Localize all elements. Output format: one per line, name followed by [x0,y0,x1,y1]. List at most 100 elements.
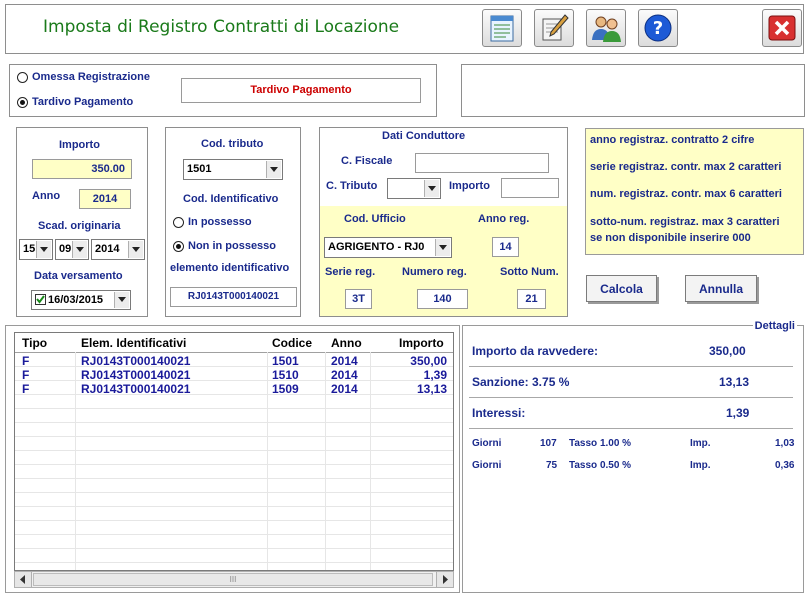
omessa-label: Omessa Registrazione [32,71,150,83]
grid-inner: Tipo Elem. Identificativi Codice Anno Im… [14,332,454,571]
versamento-date-picker[interactable]: 16/03/2015 [31,290,131,310]
divider [469,366,793,367]
help-button[interactable]: ? [638,9,678,47]
tasso-label: Tasso 0.50 % [569,460,632,471]
scroll-right-button[interactable] [436,572,453,587]
ravvedere-value: 350,00 [709,344,746,358]
versamento-date-value: 16/03/2015 [48,294,104,306]
cell-anno: 2014 [331,382,358,396]
serie-input[interactable]: 3T [345,289,372,309]
cell-importo: 13,13 [416,382,447,396]
tardivo-label: Tardivo Pagamento [32,96,134,108]
calcola-label: Calcola [600,282,643,296]
cell-anno: 2014 [331,354,358,368]
sotto-input[interactable]: 21 [517,289,546,309]
help-icon: ? [644,14,672,42]
cell-tipo: F [22,354,30,368]
serie-label: Serie reg. [325,266,376,278]
versamento-label: Data versamento [34,270,123,282]
anno-input[interactable]: 2014 [79,189,131,209]
header-importo[interactable]: Importo [399,336,444,350]
omessa-radio[interactable] [17,72,28,83]
annulla-label: Annulla [699,282,743,296]
note-line-2: serie registraz. contr. max 2 caratteri [590,161,782,173]
elemento-input[interactable]: RJ0143T000140021 [170,287,297,307]
table-row[interactable]: F RJ0143T000140021 1510 2014 1,39 [15,368,453,382]
document-button[interactable] [482,9,522,47]
conduttore-panel: Dati Conduttore C. Fiscale C. Tributo Im… [319,127,568,317]
scroll-left-button[interactable] [15,572,32,587]
scroll-thumb[interactable]: III [33,573,433,586]
note-line-3: num. registraz. contr. max 6 caratteri [590,188,782,200]
results-grid[interactable]: Tipo Elem. Identificativi Codice Anno Im… [5,325,460,593]
horizontal-scrollbar[interactable]: III [14,571,454,588]
versamento-checkbox[interactable] [35,294,46,305]
edit-button[interactable] [534,9,574,47]
note-line-5: se non disponibile inserire 000 [590,232,751,244]
table-row[interactable]: F RJ0143T000140021 1501 2014 350,00 [15,354,453,368]
table-row[interactable]: F RJ0143T000140021 1509 2014 13,13 [15,382,453,396]
header-codice[interactable]: Codice [272,336,312,350]
cell-tipo: F [22,368,30,382]
anno-input-value: 2014 [92,193,118,205]
close-button[interactable] [762,9,802,47]
header-elem[interactable]: Elem. Identificativi [81,336,186,350]
scad-day-value: 15 [23,243,36,255]
arrow-left-icon [20,575,25,584]
cod-ident-label: Cod. Identificativo [183,193,279,205]
ctributo-label: C. Tributo [326,180,378,192]
note-line-4: sotto-num. registraz. max 3 caratteri [590,216,780,228]
in-possesso-radio[interactable] [173,217,184,228]
note-line-1: anno registraz. contratto 2 cifre [590,134,755,146]
chevron-down-icon [424,180,439,197]
giorni-label: Giorni [472,438,502,449]
header-anno[interactable]: Anno [331,336,362,350]
dettagli-panel: Dettagli Importo da ravvedere: 350,00 Sa… [462,320,804,593]
importo-input[interactable]: 350.00 [32,159,132,179]
sanzione-label: Sanzione: 3.75 % [472,375,570,389]
users-button[interactable] [586,9,626,47]
non-possesso-radio[interactable] [173,241,184,252]
page-title: Imposta di Registro Contratti di Locazio… [43,17,400,37]
cond-importo-input[interactable] [501,178,559,198]
tardivo-radio[interactable] [17,97,28,108]
notes-panel: anno registraz. contratto 2 cifre serie … [585,128,804,255]
divider [469,397,793,398]
cod-tributo-label: Cod. tributo [201,138,264,150]
cond-importo-label: Importo [449,180,490,192]
edit-pen-icon [542,14,569,41]
cfiscale-label: C. Fiscale [341,155,393,167]
cod-tributo-select[interactable]: 1501 [183,159,283,180]
serie-value: 3T [352,293,365,305]
annulla-button[interactable]: Annulla [685,275,757,302]
chevron-down-icon [435,239,450,256]
sotto-value: 21 [525,293,538,305]
cell-importo: 350,00 [410,354,447,368]
scad-year-select[interactable]: 2014 [91,239,145,260]
imp-label: Imp. [690,460,711,471]
cfiscale-input[interactable] [415,153,549,173]
cell-codice: 1509 [272,382,299,396]
numero-input[interactable]: 140 [417,289,468,309]
arrow-right-icon [443,575,448,584]
divider [469,428,793,429]
chevron-down-icon [266,161,281,178]
anno-reg-value: 14 [499,241,512,253]
cod-ufficio-select[interactable]: AGRIGENTO - RJ0 [324,237,452,258]
importo-label: Importo [59,139,100,151]
calcola-button[interactable]: Calcola [586,275,657,302]
giorni-value: 75 [546,460,558,471]
ctributo-select[interactable] [387,178,441,199]
anno-reg-label: Anno reg. [478,213,530,225]
header-tipo[interactable]: Tipo [22,336,47,350]
cell-elem: RJ0143T000140021 [81,354,191,368]
scad-day-select[interactable]: 15 [19,239,53,260]
scad-month-select[interactable]: 09 [55,239,89,260]
mode-display-text: Tardivo Pagamento [250,84,352,96]
anno-reg-input[interactable]: 14 [492,237,519,257]
document-icon [490,15,514,42]
header-panel: Imposta di Registro Contratti di Locazio… [5,4,804,54]
cell-codice: 1510 [272,368,299,382]
chevron-down-icon [128,241,143,258]
numero-value: 140 [433,293,452,305]
